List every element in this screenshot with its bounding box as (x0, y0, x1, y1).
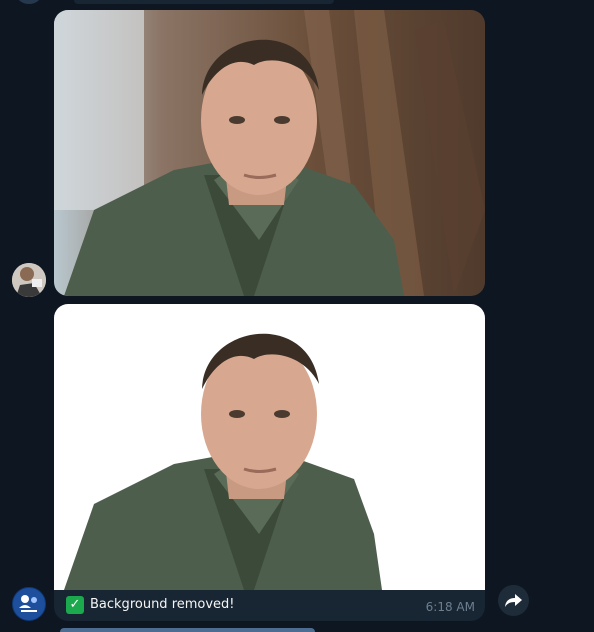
check-mark-icon: ✓ (66, 596, 84, 614)
forward-arrow-icon (505, 594, 522, 607)
bot-logo-icon (14, 589, 44, 619)
result-photo[interactable] (54, 304, 485, 590)
user-avatar[interactable] (12, 263, 46, 297)
user-photo-icon (12, 263, 46, 297)
message-time: 6:18 AM (425, 600, 475, 614)
original-photo-image (54, 10, 485, 296)
next-message-bubble (60, 628, 315, 632)
background-removed-image (54, 304, 485, 590)
previous-message-bubble (74, 0, 334, 4)
caption-text: Background removed! (90, 597, 235, 612)
sent-photo[interactable] (54, 10, 485, 296)
previous-avatar (17, 0, 41, 4)
forward-button[interactable] (498, 585, 529, 616)
message-caption: ✓ Background removed! 6:18 AM (54, 590, 485, 621)
bot-avatar[interactable] (12, 587, 46, 621)
